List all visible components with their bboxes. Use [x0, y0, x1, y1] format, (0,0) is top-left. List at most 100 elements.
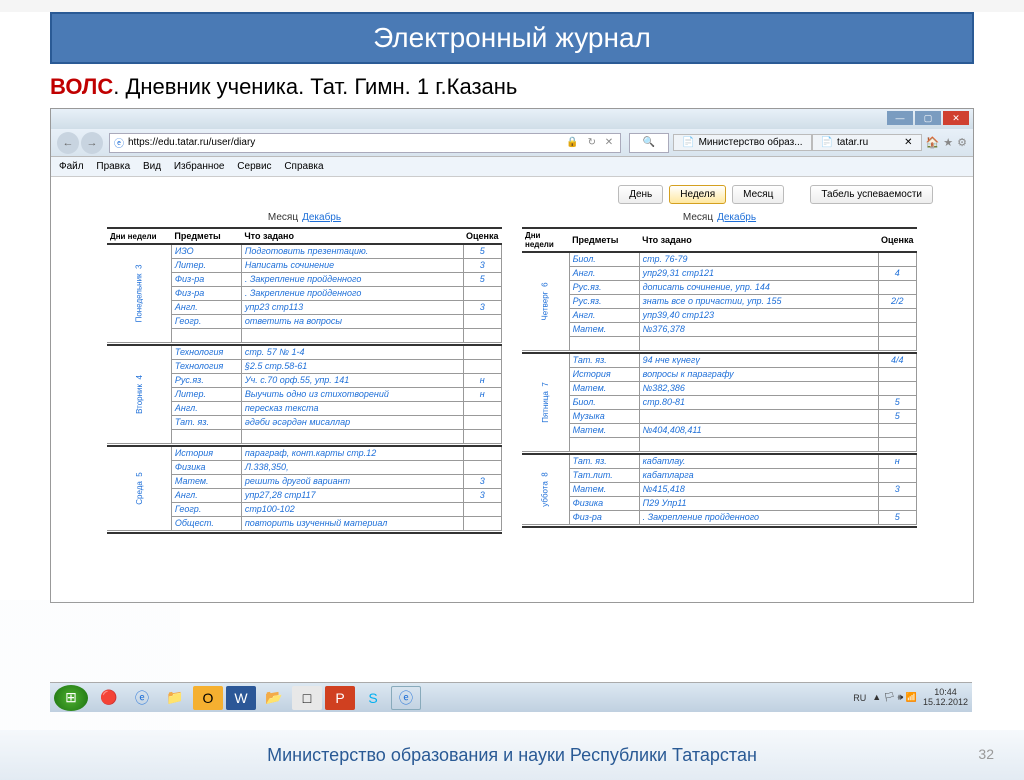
- grade-cell: 5: [878, 395, 916, 409]
- folder-icon[interactable]: 📂: [259, 686, 289, 710]
- grade-cell: [463, 415, 501, 429]
- subject-cell: Тат. яз.: [569, 454, 639, 468]
- search-box[interactable]: 🔍: [629, 133, 669, 153]
- grade-cell: [878, 322, 916, 336]
- subject-cell: Англ.: [171, 488, 241, 502]
- menu-favorites[interactable]: Избранное: [174, 161, 225, 172]
- explorer-icon[interactable]: 📁: [160, 686, 190, 710]
- slide-footer: Министерство образования и науки Республ…: [0, 730, 1024, 780]
- grade-cell: [463, 401, 501, 415]
- task-cell: . Закрепление пройденного: [241, 272, 463, 286]
- diary-row: Понедельник 3ИЗОПодготовить презентацию.…: [107, 244, 502, 258]
- lang-indicator[interactable]: RU: [853, 693, 866, 703]
- subject-cell: Литер.: [171, 258, 241, 272]
- grade-cell: 5: [878, 510, 916, 524]
- day-cell: Среда 5: [107, 446, 171, 530]
- grade-cell: [463, 359, 501, 373]
- menu-edit[interactable]: Правка: [96, 161, 130, 172]
- subject-cell: Физика: [569, 496, 639, 510]
- outlook-icon[interactable]: O: [193, 686, 223, 710]
- subject-cell: Технология: [171, 345, 241, 359]
- browser-tab[interactable]: 📄Министерство образ...: [673, 134, 811, 151]
- menu-view[interactable]: Вид: [143, 161, 161, 172]
- diary-row: [522, 336, 917, 350]
- back-button[interactable]: ←: [57, 132, 79, 154]
- clock[interactable]: 10:4415.12.2012: [923, 688, 968, 708]
- menu-service[interactable]: Сервис: [237, 161, 271, 172]
- browser-tab[interactable]: 📄tatar.ru✕: [812, 134, 922, 151]
- diary-row: Историявопросы к параграфу: [522, 367, 917, 381]
- menu-file[interactable]: Файл: [59, 161, 84, 172]
- ie-icon: ⓔ: [114, 135, 124, 150]
- subject-cell: Физ-ра: [171, 272, 241, 286]
- task-cell: Подготовить презентацию.: [241, 244, 463, 258]
- home-icon[interactable]: 🏠: [926, 136, 940, 149]
- windows-taskbar: ⊞ 🔴 ⓔ 📁 O W 📂 □ P S ⓔ RU ▲ 🏳 🕪 📶 10:4415…: [50, 682, 972, 712]
- task-cell: [241, 328, 463, 342]
- day-cell: Пятница 7: [522, 353, 569, 451]
- grade-cell: [878, 468, 916, 482]
- diary-row: Среда 5Историяпараграф, конт.карты стр.1…: [107, 446, 502, 460]
- subject-cell: ИЗО: [171, 244, 241, 258]
- task-cell: стр.80-81: [639, 395, 878, 409]
- grade-cell: 2/2: [878, 294, 916, 308]
- grade-cell: 3: [463, 258, 501, 272]
- subject-cell: Литер.: [171, 387, 241, 401]
- close-button[interactable]: ✕: [943, 111, 969, 125]
- subject-cell: [171, 429, 241, 443]
- gear-icon[interactable]: ⚙: [957, 136, 967, 149]
- task-cell: ответить на вопросы: [241, 314, 463, 328]
- start-button[interactable]: ⊞: [54, 685, 88, 711]
- chrome-icon[interactable]: 🔴: [94, 686, 124, 710]
- day-cell: уббота 8: [522, 454, 569, 524]
- grade-cell: [878, 367, 916, 381]
- favorites-icon[interactable]: ★: [943, 136, 953, 149]
- grade-cell: [878, 252, 916, 266]
- week-button[interactable]: Неделя: [669, 185, 726, 204]
- subject-cell: История: [569, 367, 639, 381]
- task-cell: Выучить одно из стихотворений: [241, 387, 463, 401]
- address-bar[interactable]: ⓔ https://edu.tatar.ru/user/diary 🔒 ↻ ✕: [109, 133, 621, 153]
- diary-row: [522, 437, 917, 451]
- task-cell: стр100-102: [241, 502, 463, 516]
- grade-cell: 3: [463, 488, 501, 502]
- task-cell: [241, 429, 463, 443]
- ie-running-icon[interactable]: ⓔ: [391, 686, 421, 710]
- task-cell: стр. 76-79: [639, 252, 878, 266]
- slide-subtitle: ВОЛС. Дневник ученика. Тат. Гимн. 1 г.Ка…: [50, 74, 974, 100]
- day-button[interactable]: День: [618, 185, 663, 204]
- diary-row: уббота 8Тат. яз.кабатлау.н: [522, 454, 917, 468]
- grade-cell: [878, 437, 916, 451]
- diary-row: Матем.№376,378: [522, 322, 917, 336]
- slide-number: 32: [978, 746, 994, 762]
- task-cell: пересказ текста: [241, 401, 463, 415]
- powerpoint-icon[interactable]: P: [325, 686, 355, 710]
- subject-cell: Биол.: [569, 252, 639, 266]
- maximize-button[interactable]: ▢: [915, 111, 941, 125]
- diary-row: Англ.упр39,40 стр123: [522, 308, 917, 322]
- browser-window: — ▢ ✕ ← → ⓔ https://edu.tatar.ru/user/di…: [50, 108, 974, 603]
- diary-row: Рус.яз.знать все о причастии, упр. 1552/…: [522, 294, 917, 308]
- tray-icons[interactable]: ▲ 🏳 🕪 📶: [872, 692, 917, 703]
- grade-cell: [463, 516, 501, 530]
- menu-help[interactable]: Справка: [284, 161, 323, 172]
- word-icon[interactable]: W: [226, 686, 256, 710]
- task-cell: Уч. с.70 орф.55, упр. 141: [241, 373, 463, 387]
- forward-button[interactable]: →: [81, 132, 103, 154]
- ie-taskbar-icon[interactable]: ⓔ: [127, 686, 157, 710]
- subject-cell: Рус.яз.: [171, 373, 241, 387]
- report-button[interactable]: Табель успеваемости: [810, 185, 933, 204]
- excel-icon[interactable]: □: [292, 686, 322, 710]
- minimize-button[interactable]: —: [887, 111, 913, 125]
- grade-cell: [878, 280, 916, 294]
- subject-cell: Матем.: [569, 381, 639, 395]
- grade-cell: [878, 496, 916, 510]
- grade-cell: 5: [878, 409, 916, 423]
- grade-cell: 5: [463, 272, 501, 286]
- skype-icon[interactable]: S: [358, 686, 388, 710]
- day-cell: Вторник 4: [107, 345, 171, 443]
- subject-cell: Технология: [171, 359, 241, 373]
- task-cell: вопросы к параграфу: [639, 367, 878, 381]
- subject-cell: Матем.: [569, 482, 639, 496]
- month-button[interactable]: Месяц: [732, 185, 784, 204]
